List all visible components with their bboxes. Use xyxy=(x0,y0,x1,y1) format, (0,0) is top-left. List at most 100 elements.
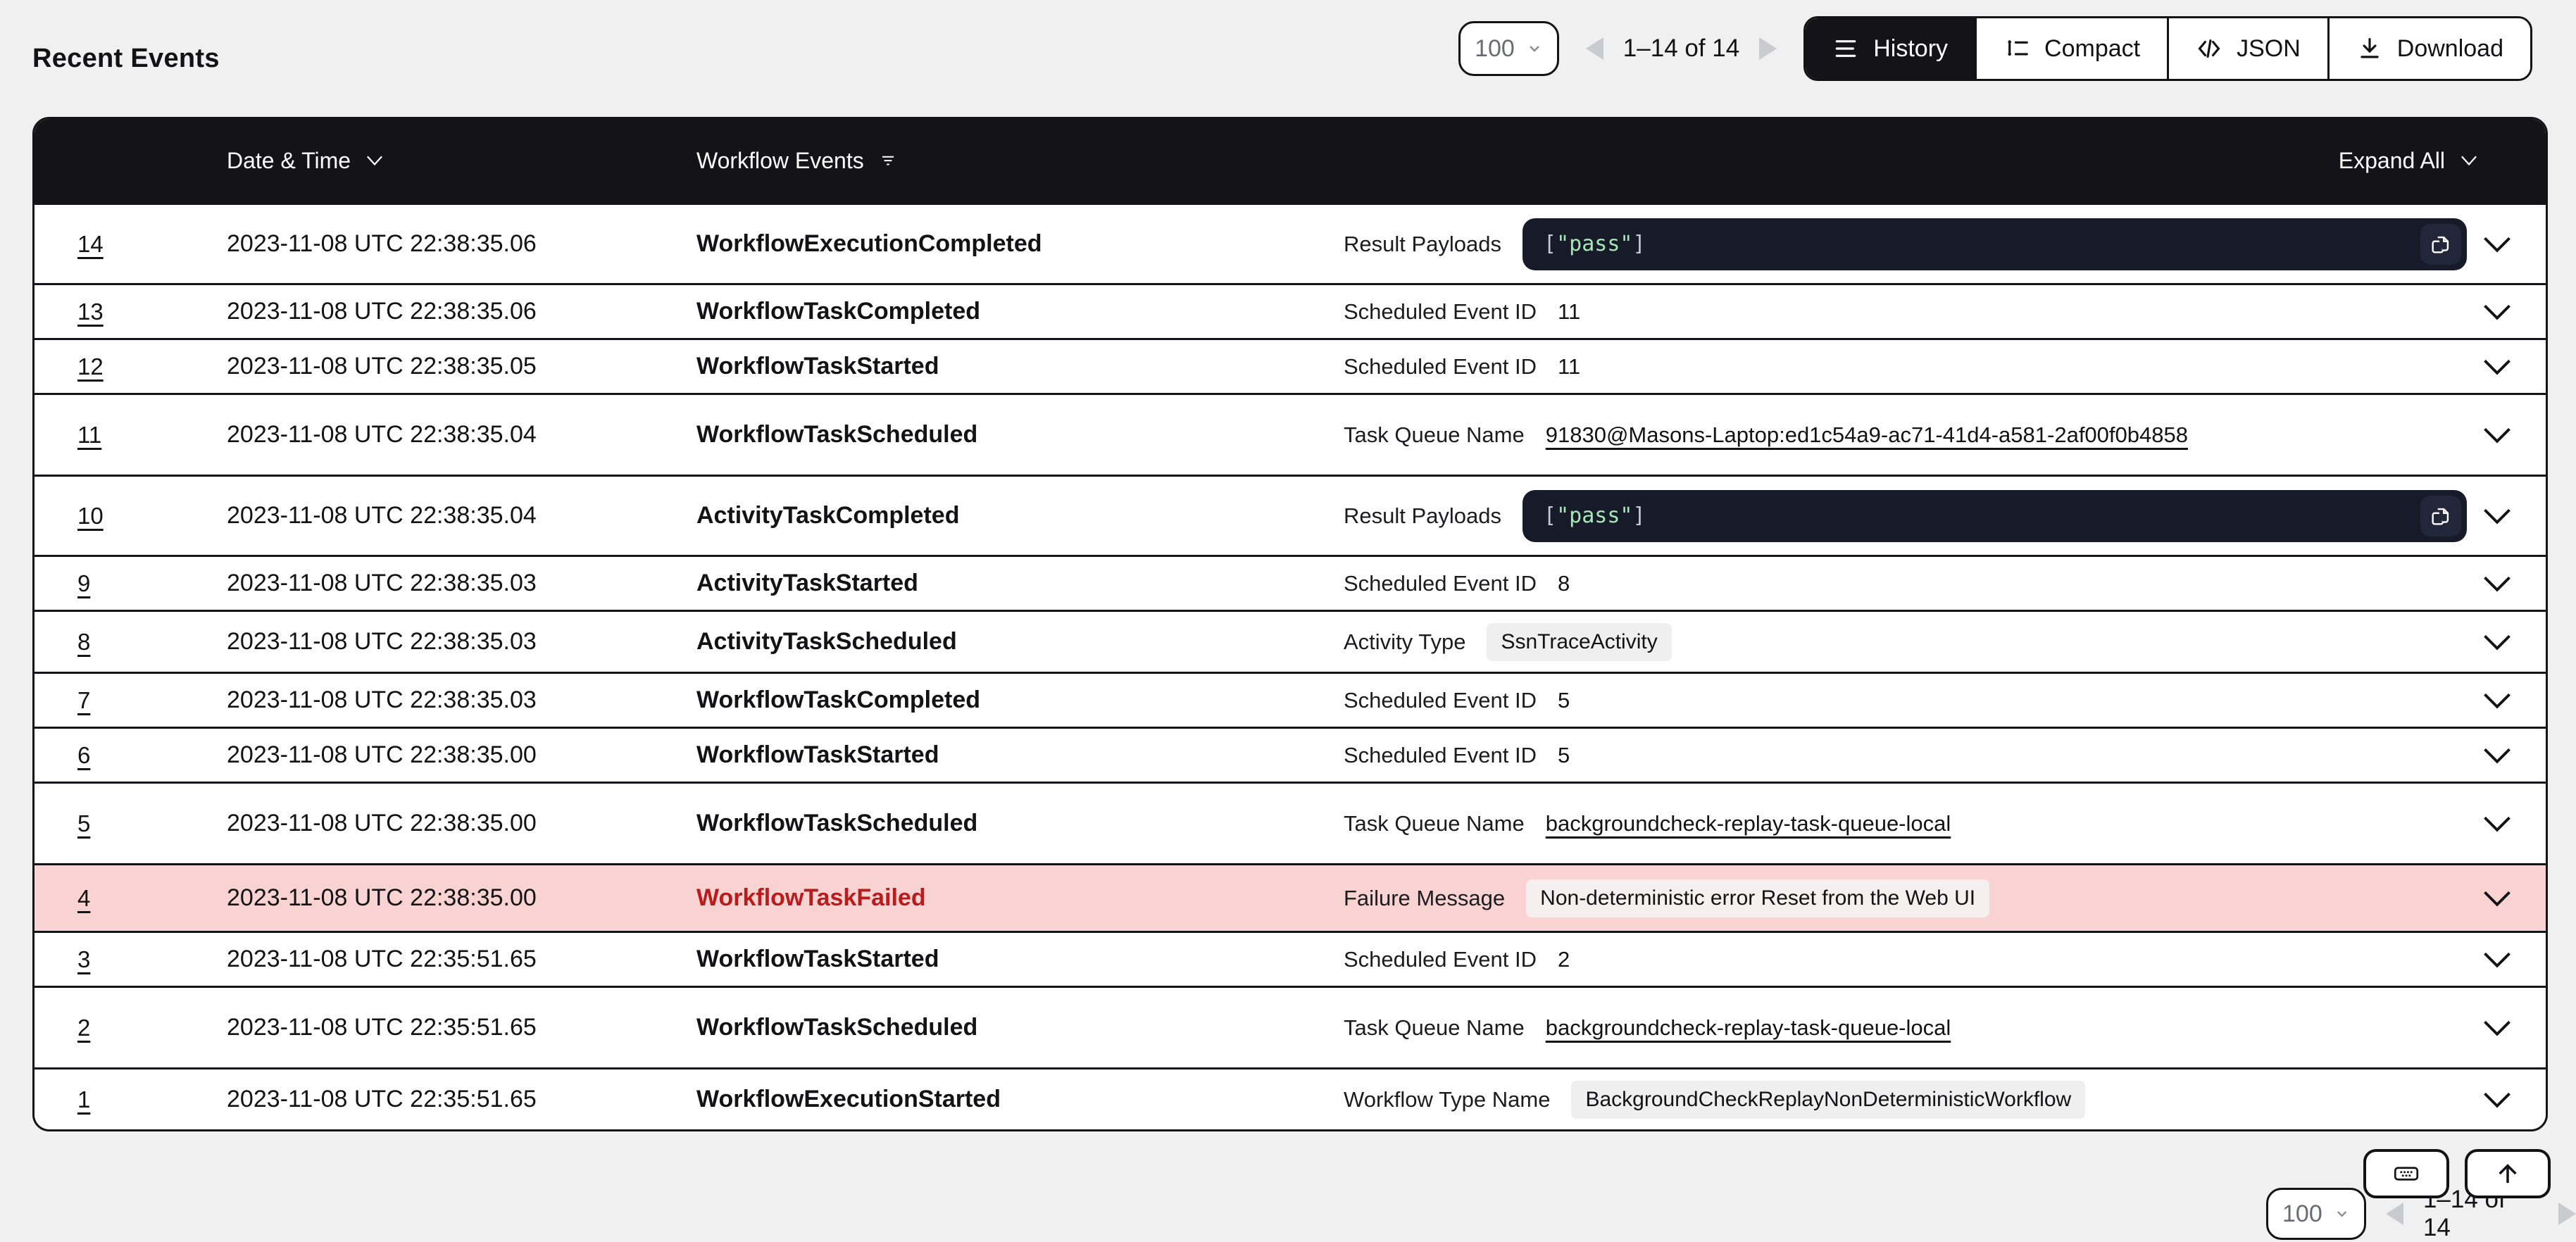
event-detail: Scheduled Event ID 5 xyxy=(1344,688,2467,713)
column-header-workflow-events[interactable]: Workflow Events xyxy=(696,119,898,203)
event-timestamp: 2023-11-08 UTC 22:38:35.06 xyxy=(227,298,537,325)
table-row[interactable]: 14 2023-11-08 UTC 22:38:35.06 WorkflowEx… xyxy=(35,203,2546,283)
view-button-label: Download xyxy=(2397,35,2503,63)
event-id-link[interactable]: 6 xyxy=(77,742,90,769)
prev-page-icon[interactable] xyxy=(1586,37,1603,60)
table-row[interactable]: 6 2023-11-08 UTC 22:38:35.00 WorkflowTas… xyxy=(35,727,2546,782)
chevron-down-icon xyxy=(2459,155,2479,168)
detail-value-badge: SsnTraceActivity xyxy=(1487,623,1671,661)
chevron-down-icon[interactable] xyxy=(2482,575,2512,593)
detail-value-link[interactable]: 91830@Masons-Laptop:ed1c54a9-ac71-41d4-a… xyxy=(1546,422,2188,448)
chevron-down-icon[interactable] xyxy=(2482,633,2512,651)
column-header-date-time[interactable]: Date & Time xyxy=(227,119,384,203)
chevron-down-icon[interactable] xyxy=(2482,951,2512,969)
event-timestamp: 2023-11-08 UTC 22:38:35.00 xyxy=(227,810,537,837)
event-id-link[interactable]: 9 xyxy=(77,570,90,597)
event-type: WorkflowExecutionCompleted xyxy=(696,230,1042,258)
chevron-down-icon[interactable] xyxy=(2482,691,2512,710)
view-button-history[interactable]: History xyxy=(1806,18,1975,79)
detail-label: Scheduled Event ID xyxy=(1344,743,1537,768)
event-timestamp: 2023-11-08 UTC 22:38:35.06 xyxy=(227,230,537,258)
code-close-bracket: ] xyxy=(1632,503,1645,528)
detail-value-link[interactable]: backgroundcheck-replay-task-queue-local xyxy=(1546,1015,1951,1041)
event-timestamp: 2023-11-08 UTC 22:35:51.65 xyxy=(227,946,537,973)
detail-value: 2 xyxy=(1558,947,1570,972)
table-row[interactable]: 4 2023-11-08 UTC 22:38:35.00 WorkflowTas… xyxy=(35,863,2546,931)
event-id-link[interactable]: 10 xyxy=(77,503,104,529)
event-id-link[interactable]: 3 xyxy=(77,946,90,973)
top-toolbar: Recent Events 100 1–14 of 14 HistoryComp… xyxy=(0,0,2576,117)
table-row[interactable]: 5 2023-11-08 UTC 22:38:35.00 WorkflowTas… xyxy=(35,782,2546,863)
next-page-icon[interactable] xyxy=(2558,1203,2576,1225)
chevron-down-icon[interactable] xyxy=(2482,507,2512,525)
event-id-link[interactable]: 5 xyxy=(77,810,90,837)
detail-label: Activity Type xyxy=(1344,629,1465,655)
detail-value: 11 xyxy=(1558,354,1580,380)
chevron-down-icon[interactable] xyxy=(2482,1019,2512,1037)
detail-value-link[interactable]: backgroundcheck-replay-task-queue-local xyxy=(1546,811,1951,836)
event-id-link[interactable]: 13 xyxy=(77,299,104,325)
detail-label: Result Payloads xyxy=(1344,503,1501,529)
event-timestamp: 2023-11-08 UTC 22:38:35.03 xyxy=(227,686,537,714)
event-timestamp: 2023-11-08 UTC 22:38:35.00 xyxy=(227,884,537,912)
chevron-down-icon[interactable] xyxy=(2482,746,2512,765)
workflow-events-label: Workflow Events xyxy=(696,148,864,174)
next-page-icon[interactable] xyxy=(1759,37,1777,60)
table-row[interactable]: 1 2023-11-08 UTC 22:35:51.65 WorkflowExe… xyxy=(35,1067,2546,1129)
table-row[interactable]: 12 2023-11-08 UTC 22:38:35.05 WorkflowTa… xyxy=(35,338,2546,393)
code-open-bracket: [ xyxy=(1544,232,1556,256)
chevron-down-icon[interactable] xyxy=(2482,426,2512,444)
event-id-link[interactable]: 1 xyxy=(77,1086,90,1113)
table-row[interactable]: 3 2023-11-08 UTC 22:35:51.65 WorkflowTas… xyxy=(35,931,2546,986)
chevron-down-icon[interactable] xyxy=(2482,358,2512,376)
filter-icon[interactable] xyxy=(878,155,898,168)
event-id-link[interactable]: 12 xyxy=(77,353,104,380)
event-id-link[interactable]: 7 xyxy=(77,687,90,714)
table-row[interactable]: 11 2023-11-08 UTC 22:38:35.04 WorkflowTa… xyxy=(35,393,2546,475)
per-page-select[interactable]: 100 xyxy=(1458,21,1559,76)
table-row[interactable]: 7 2023-11-08 UTC 22:38:35.03 WorkflowTas… xyxy=(35,672,2546,727)
event-type: WorkflowTaskCompleted xyxy=(696,686,980,714)
event-type: WorkflowTaskScheduled xyxy=(696,1014,977,1041)
event-timestamp: 2023-11-08 UTC 22:38:35.05 xyxy=(227,353,537,380)
code-string: "pass" xyxy=(1556,503,1632,528)
table-row[interactable]: 13 2023-11-08 UTC 22:38:35.06 WorkflowTa… xyxy=(35,283,2546,338)
detail-value-badge: BackgroundCheckReplayNonDeterministicWor… xyxy=(1571,1081,2085,1119)
per-page-value: 100 xyxy=(2282,1200,2322,1228)
event-id-link[interactable]: 14 xyxy=(77,231,104,258)
copy-icon[interactable] xyxy=(2420,224,2461,265)
detail-label: Task Queue Name xyxy=(1344,422,1525,448)
per-page-select-bottom[interactable]: 100 xyxy=(2266,1188,2366,1240)
view-button-download[interactable]: Download xyxy=(2327,18,2530,79)
view-button-json[interactable]: JSON xyxy=(2167,18,2327,79)
event-id-link[interactable]: 8 xyxy=(77,629,90,656)
keyboard-shortcuts-button[interactable] xyxy=(2363,1149,2449,1198)
chevron-down-icon[interactable] xyxy=(2482,303,2512,321)
detail-label: Result Payloads xyxy=(1344,232,1501,257)
chevron-down-icon[interactable] xyxy=(2482,815,2512,833)
prev-page-icon[interactable] xyxy=(2386,1203,2403,1225)
table-row[interactable]: 2 2023-11-08 UTC 22:35:51.65 WorkflowTas… xyxy=(35,986,2546,1067)
event-detail: Result Payloads ["pass"] xyxy=(1344,490,2467,542)
table-row[interactable]: 8 2023-11-08 UTC 22:38:35.03 ActivityTas… xyxy=(35,610,2546,672)
event-id-link[interactable]: 2 xyxy=(77,1015,90,1041)
copy-icon[interactable] xyxy=(2420,496,2461,537)
view-button-label: History xyxy=(1873,35,1948,63)
event-id-link[interactable]: 11 xyxy=(77,422,101,448)
table-row[interactable]: 10 2023-11-08 UTC 22:38:35.04 ActivityTa… xyxy=(35,475,2546,555)
event-id-link[interactable]: 4 xyxy=(77,885,90,912)
chevron-down-icon xyxy=(365,155,384,168)
per-page-value: 100 xyxy=(1475,35,1515,63)
detail-label: Task Queue Name xyxy=(1344,1015,1525,1041)
chevron-down-icon[interactable] xyxy=(2482,235,2512,253)
event-type: WorkflowTaskCompleted xyxy=(696,298,980,325)
view-button-compact[interactable]: Compact xyxy=(1975,18,2167,79)
scroll-to-top-button[interactable] xyxy=(2465,1149,2551,1198)
event-timestamp: 2023-11-08 UTC 22:35:51.65 xyxy=(227,1014,537,1041)
table-row[interactable]: 9 2023-11-08 UTC 22:38:35.03 ActivityTas… xyxy=(35,555,2546,610)
expand-all-button[interactable]: Expand All xyxy=(2339,119,2479,203)
chevron-down-icon[interactable] xyxy=(2482,889,2512,908)
event-type: ActivityTaskCompleted xyxy=(696,502,959,529)
chevron-down-icon[interactable] xyxy=(2482,1091,2512,1109)
up-arrow-icon xyxy=(2493,1159,2522,1188)
